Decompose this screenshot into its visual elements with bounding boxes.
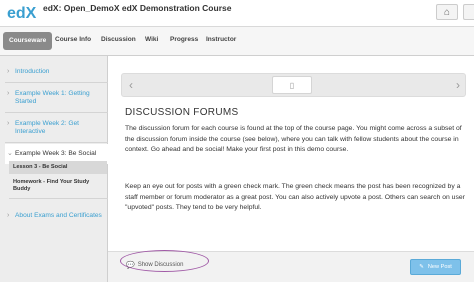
edx-logo[interactable]: edX bbox=[7, 3, 38, 21]
sidebar-item-label: Introduction bbox=[15, 68, 50, 75]
paragraph: Keep an eye out for posts with a green c… bbox=[125, 183, 465, 211]
tab-discussion[interactable]: Discussion bbox=[101, 36, 136, 43]
sidebar-item-exams[interactable]: › About Exams and Certificates bbox=[5, 206, 108, 226]
tab-course-info[interactable]: Course Info bbox=[55, 36, 91, 43]
sidebar-subitem-lesson-3[interactable]: Lesson 3 - Be Social bbox=[9, 161, 107, 174]
course-title: edX: Open_DemoX edX Demonstration Course bbox=[43, 3, 232, 13]
previous-arrow-icon[interactable]: ‹ bbox=[124, 74, 138, 96]
chevron-right-icon: › bbox=[7, 212, 10, 219]
svg-text:edX: edX bbox=[7, 5, 37, 21]
new-post-button[interactable]: ✎ New Post bbox=[410, 259, 461, 275]
sequence-item[interactable] bbox=[142, 76, 182, 94]
section-title: DISCUSSION FORUMS bbox=[125, 107, 239, 118]
sidebar-item-label: Example Week 2: Get Interactive bbox=[15, 120, 80, 135]
new-post-label: New Post bbox=[427, 264, 452, 270]
sidebar-item-label: About Exams and Certificates bbox=[15, 212, 102, 219]
tab-instructor[interactable]: Instructor bbox=[206, 36, 236, 43]
highlight-annotation bbox=[120, 250, 209, 272]
next-arrow-icon[interactable]: › bbox=[451, 74, 465, 96]
sequence-item-current[interactable]: ▯ bbox=[272, 76, 312, 94]
sidebar-item-week-1[interactable]: › Example Week 1: Getting Started bbox=[5, 84, 108, 113]
chevron-down-icon: ⌄ bbox=[7, 150, 13, 157]
sequence-item[interactable] bbox=[377, 76, 417, 94]
user-menu-button[interactable] bbox=[463, 4, 474, 20]
tab-progress[interactable]: Progress bbox=[170, 36, 198, 43]
sidebar-item-introduction[interactable]: › Introduction bbox=[5, 62, 108, 83]
sidebar-item-label: Example Week 3: Be Social bbox=[15, 150, 97, 157]
sidebar-item-label: Example Week 1: Getting Started bbox=[15, 90, 90, 105]
header: edX edX: Open_DemoX edX Demonstration Co… bbox=[0, 0, 474, 27]
course-sidebar: › Introduction › Example Week 1: Getting… bbox=[0, 56, 108, 282]
chevron-right-icon: › bbox=[7, 68, 10, 75]
tab-wiki[interactable]: Wiki bbox=[145, 36, 158, 43]
sidebar-subitem-homework[interactable]: Homework - Find Your Study Buddy bbox=[9, 176, 108, 199]
chevron-right-icon: › bbox=[7, 90, 10, 97]
sequence-item[interactable] bbox=[337, 76, 377, 94]
chevron-right-icon: › bbox=[7, 120, 10, 127]
sidebar-item-week-2[interactable]: › Example Week 2: Get Interactive bbox=[5, 114, 108, 143]
home-icon[interactable]: ⌂ bbox=[436, 4, 458, 20]
pencil-icon: ✎ bbox=[419, 264, 424, 270]
sequence-nav: ‹ ▯ › bbox=[121, 73, 466, 97]
course-nav: Courseware Course Info Discussion Wiki P… bbox=[0, 27, 474, 56]
course-content: ‹ ▯ › DISCUSSION FORUMS The discussion f… bbox=[108, 56, 474, 282]
paragraph: The discussion forum for each course is … bbox=[125, 125, 462, 153]
tab-courseware[interactable]: Courseware bbox=[3, 32, 53, 50]
